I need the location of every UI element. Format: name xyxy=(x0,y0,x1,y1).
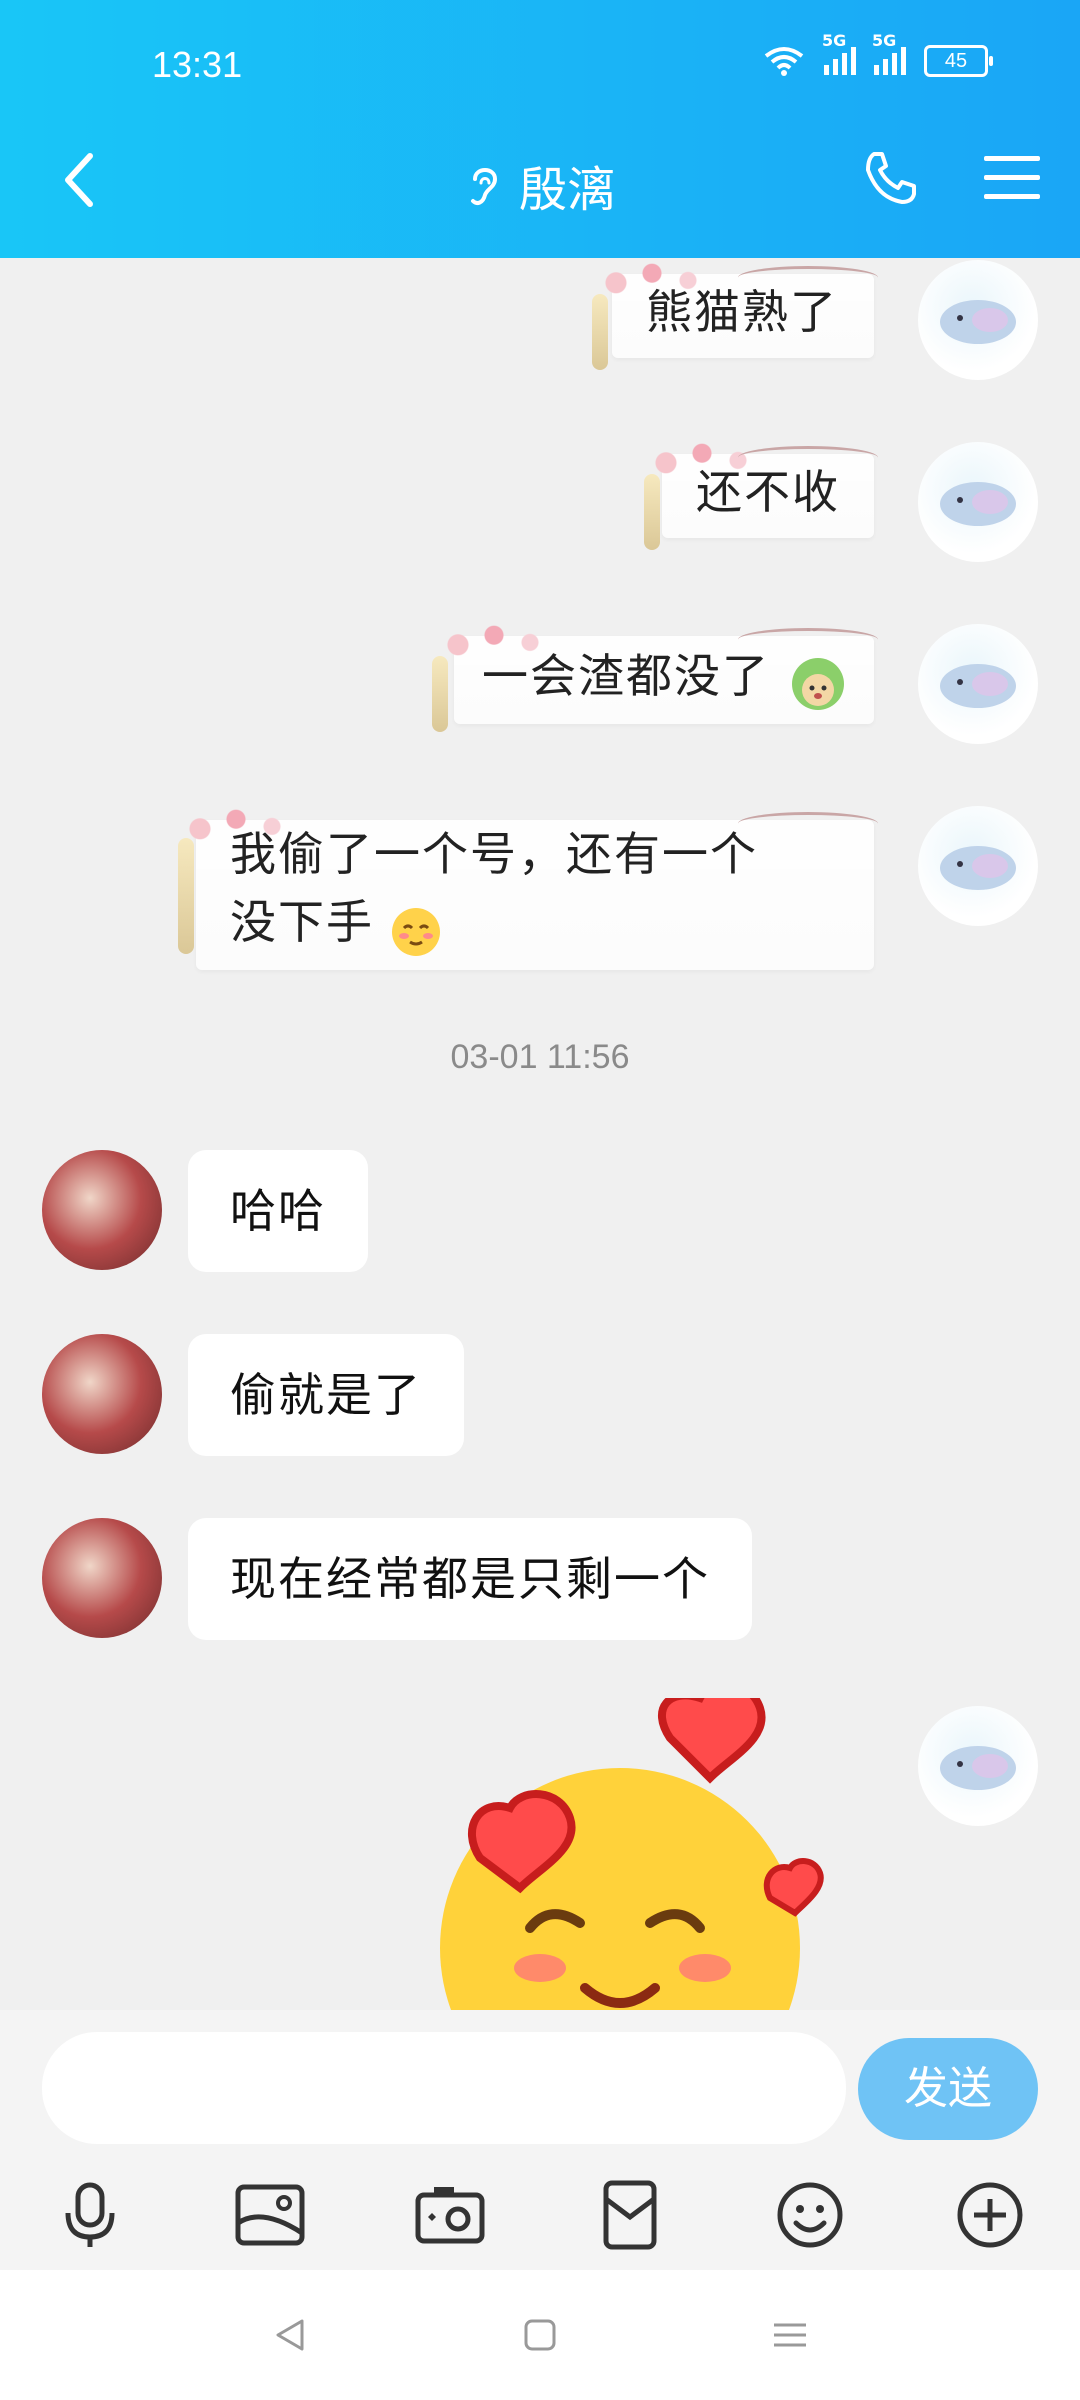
shy-face-emoji xyxy=(392,908,440,956)
friend-avatar[interactable] xyxy=(42,1150,162,1270)
status-time: 13:31 xyxy=(152,44,243,85)
nav-back-icon[interactable] xyxy=(270,2315,310,2355)
my-avatar[interactable] xyxy=(918,260,1038,380)
message-bubble[interactable]: 哈哈 xyxy=(188,1150,368,1272)
my-avatar[interactable] xyxy=(918,442,1038,562)
signal-icon-2: 5G xyxy=(872,31,906,75)
compose-bar: 发送 xyxy=(0,2010,1080,2270)
message-timestamp: 03-01 11:56 xyxy=(450,1038,630,1076)
message-text: 偷就是了 xyxy=(230,1368,422,1422)
nav-home-icon[interactable] xyxy=(520,2315,560,2355)
friend-avatar[interactable] xyxy=(42,1334,162,1454)
chat-header: 13:31 5G 5G 45 殷漓 xyxy=(0,0,1080,258)
friend-avatar[interactable] xyxy=(42,1518,162,1638)
my-avatar[interactable] xyxy=(918,624,1038,744)
menu-icon[interactable] xyxy=(982,152,1042,204)
plus-icon[interactable] xyxy=(952,2177,1028,2253)
my-avatar[interactable] xyxy=(918,806,1038,926)
message-bubble[interactable]: 现在经常都是只剩一个 xyxy=(188,1518,752,1640)
message-text: 我偷了一个号，还有一个 xyxy=(230,827,758,881)
status-icons: 5G 5G 45 xyxy=(762,31,993,78)
chat-title[interactable]: 殷漓 xyxy=(465,150,615,220)
red-packet-icon[interactable] xyxy=(592,2177,668,2253)
ear-icon xyxy=(470,168,497,205)
cabbage-dog-emoji xyxy=(792,658,844,710)
message-input[interactable] xyxy=(42,2032,846,2144)
camera-icon[interactable] xyxy=(412,2177,488,2253)
image-icon[interactable] xyxy=(232,2177,308,2253)
my-avatar[interactable] xyxy=(918,1706,1038,1826)
battery-icon: 45 xyxy=(924,45,993,77)
wifi-icon xyxy=(764,47,804,76)
toolbar xyxy=(0,2160,1080,2270)
emoji-icon[interactable] xyxy=(772,2177,848,2253)
message-text: 熊猫熟了 xyxy=(646,285,838,339)
love-hearts-sticker[interactable] xyxy=(420,1698,850,2010)
mic-icon[interactable] xyxy=(52,2177,128,2253)
send-button[interactable]: 发送 xyxy=(858,2038,1038,2140)
message-text: 还不收 xyxy=(696,465,840,519)
chat-title-text: 殷漓 xyxy=(518,162,615,218)
message-text: 没下手 xyxy=(230,895,374,949)
message-text: 现在经常都是只剩一个 xyxy=(230,1552,710,1606)
nav-recents-icon[interactable] xyxy=(770,2315,810,2355)
phone-icon[interactable] xyxy=(860,148,920,208)
system-nav-bar xyxy=(0,2270,1080,2400)
message-bubble[interactable]: 偷就是了 xyxy=(188,1334,464,1456)
message-text: 一会渣都没了 xyxy=(482,649,770,703)
message-list[interactable]: 熊猫熟了 还不收 一会渣都没了 我偷了一个号，还有一个 没下手 03-01 11… xyxy=(0,258,1080,2010)
message-text: 哈哈 xyxy=(230,1184,326,1238)
signal-icon-1: 5G xyxy=(822,31,856,75)
